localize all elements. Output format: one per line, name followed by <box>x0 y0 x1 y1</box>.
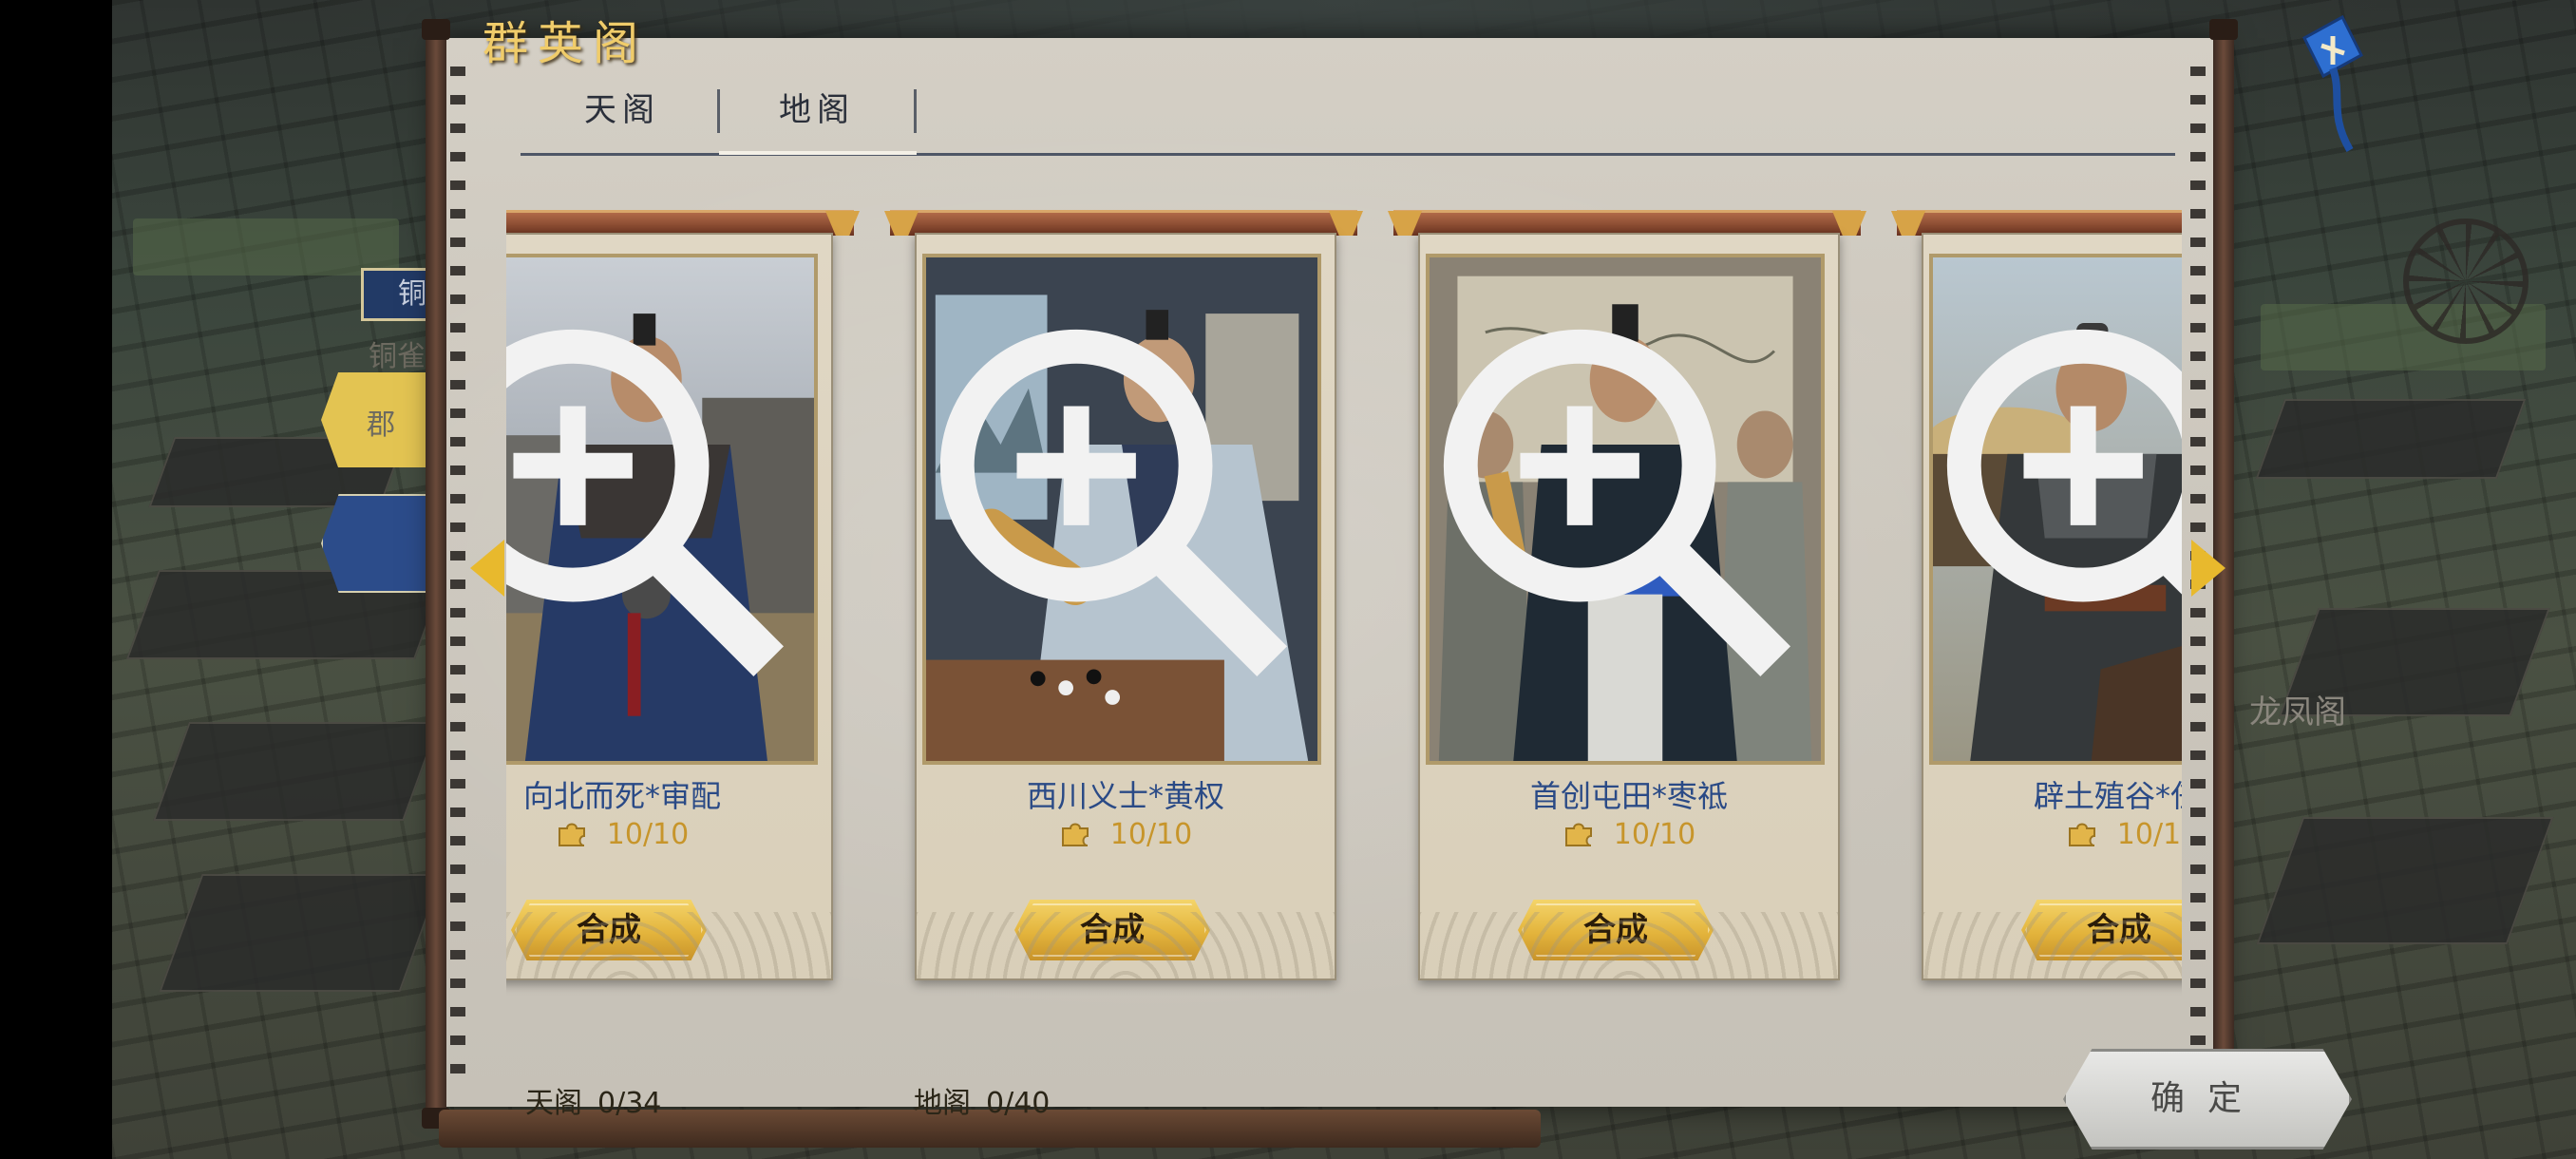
hero-card[interactable]: 辟土殖谷*任峻 10/10 合成 <box>1897 204 2182 1007</box>
carousel-next-arrow-icon[interactable] <box>2191 540 2226 597</box>
card-wave-pattern <box>1420 912 1838 978</box>
hero-card[interactable]: 西川义士*黄权 10/10 合成 <box>890 204 1357 1007</box>
card-wave-pattern <box>506 912 831 978</box>
panel-title: 群英阁 <box>483 17 649 70</box>
tab-tian[interactable]: 天阁 <box>524 84 720 148</box>
puzzle-piece-icon <box>1061 823 1089 846</box>
hero-name: 首创屯田*枣祗 <box>1529 778 1728 814</box>
stat-di-value: 0/40 <box>986 1087 1051 1120</box>
chain-left <box>450 66 465 1092</box>
fragment-count: 10/10 <box>1923 818 2182 851</box>
hero-name: 向北而死*审配 <box>522 778 721 814</box>
hero-card[interactable]: 首创屯田*枣祗 10/10 合成 <box>1393 204 1861 1007</box>
puzzle-piece-icon <box>558 823 585 846</box>
fragment-count: 10/10 <box>1420 818 1838 851</box>
dragon-phoenix-label: 龙凤阁 <box>2249 694 2346 732</box>
zoom-icon[interactable] <box>1426 254 1809 751</box>
scroll-rod-left <box>422 19 450 1129</box>
puzzle-piece-icon <box>1564 823 1592 846</box>
roof-5 <box>2255 399 2527 479</box>
side-tab-active-label: 郡 <box>367 408 395 442</box>
side-tab-3[interactable] <box>321 494 439 593</box>
letterbox-left <box>0 0 112 1159</box>
card-body: 首创屯田*枣祗 10/10 合成 <box>1418 233 1840 980</box>
side-tab-1-label: 铜 <box>398 277 426 311</box>
card-banner <box>1393 210 1861 236</box>
stat-di-label: 地阁 <box>914 1087 971 1120</box>
stat-tian-value: 0/34 <box>597 1087 662 1120</box>
hero-portrait[interactable] <box>1426 254 1825 765</box>
confirm-button[interactable]: 确定 <box>2063 1049 2352 1150</box>
card-wave-pattern <box>917 912 1335 978</box>
card-banner <box>890 210 1357 236</box>
card-wave-pattern <box>1923 912 2182 978</box>
fragment-count-value: 10/10 <box>2116 818 2182 851</box>
hero-portrait[interactable] <box>506 254 818 765</box>
waterwheel-icon <box>2403 218 2529 344</box>
card-banner <box>1897 210 2182 236</box>
zoom-icon[interactable] <box>1929 254 2182 751</box>
lawn-2 <box>133 218 399 276</box>
hero-name: 西川义士*黄权 <box>1026 778 1224 814</box>
roof-7 <box>2256 817 2554 944</box>
roof-3 <box>153 722 440 821</box>
tab-di[interactable]: 地阁 <box>719 84 915 148</box>
fragment-count-value: 10/10 <box>1109 818 1193 851</box>
fragment-count: 10/10 <box>917 818 1335 851</box>
side-label-2: 铜雀 <box>369 340 426 373</box>
stat-di: 地阁 0/40 <box>914 1079 1050 1121</box>
puzzle-piece-icon <box>2068 823 2095 846</box>
hero-name: 辟土殖谷*任峻 <box>2033 778 2182 814</box>
zoom-icon[interactable] <box>922 254 1306 751</box>
tab-active-indicator <box>719 151 917 155</box>
fragment-count-value: 10/10 <box>606 818 690 851</box>
fragment-count-value: 10/10 <box>1613 818 1696 851</box>
carousel-prev-arrow-icon[interactable] <box>470 540 504 597</box>
tab-divider-2 <box>914 89 917 133</box>
card-body: 向北而死*审配 10/10 合成 <box>506 233 833 980</box>
stat-tian-label: 天阁 <box>525 1087 582 1120</box>
roof-4 <box>159 874 444 992</box>
zoom-icon[interactable] <box>506 254 803 751</box>
hero-portrait[interactable] <box>922 254 1321 765</box>
hero-portrait[interactable] <box>1929 254 2182 765</box>
fragment-count: 10/10 <box>506 818 831 851</box>
card-body: 西川义士*黄权 10/10 合成 <box>915 233 1336 980</box>
kite-icon[interactable] <box>2295 10 2371 152</box>
side-tab-active[interactable]: 郡 <box>321 372 435 467</box>
stat-tian: 天阁 0/34 <box>525 1079 661 1121</box>
card-carousel[interactable]: 向北而死*审配 10/10 合成 <box>506 204 2182 1021</box>
hero-card[interactable]: 向北而死*审配 10/10 合成 <box>506 204 854 1007</box>
card-body: 辟土殖谷*任峻 10/10 合成 <box>1922 233 2182 980</box>
card-banner <box>506 210 854 236</box>
